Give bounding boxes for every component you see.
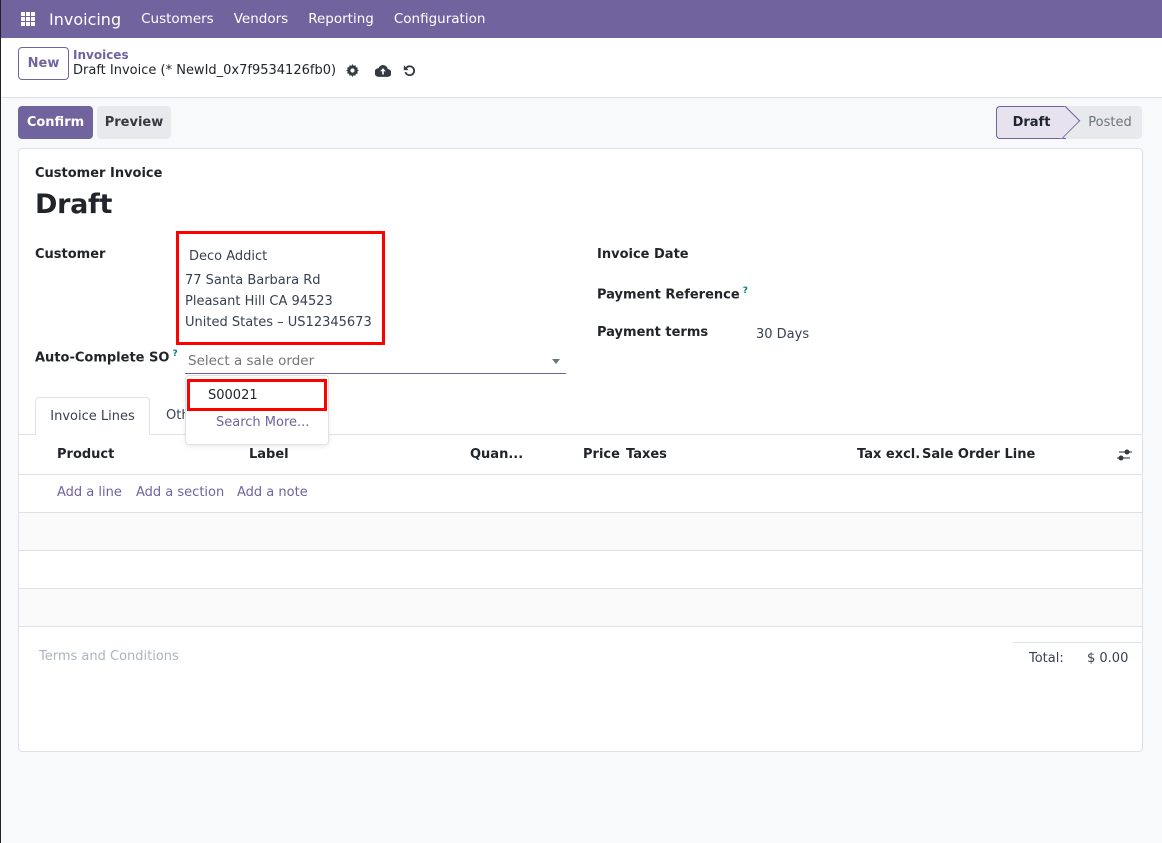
top-navbar: Invoicing Customers Vendors Reporting Co… [1,0,1162,38]
status-draft[interactable]: Draft [996,106,1066,139]
payment-reference-label: Payment Reference? [597,286,748,302]
col-taxes[interactable]: Taxes [626,447,667,462]
chevron-down-icon[interactable] [552,359,560,364]
payment-reference-text: Payment Reference [597,287,740,303]
add-row: Add a line Add a section Add a note [19,475,1142,513]
col-tax-excl[interactable]: Tax excl. [857,447,920,462]
menu-configuration[interactable]: Configuration [394,11,486,27]
menu-customers[interactable]: Customers [141,11,214,27]
confirm-button[interactable]: Confirm [18,106,93,139]
col-price[interactable]: Price [583,447,620,462]
breadcrumb-current: Draft Invoice (* NewId_0x7f9534126fb0) [73,63,416,78]
sale-order-dropdown: S00021 Search More... [185,375,329,445]
control-panel: New Invoices Draft Invoice (* NewId_0x7f… [1,38,1162,98]
preview-button[interactable]: Preview [97,106,171,139]
invoice-title: Draft [35,189,113,220]
auto-complete-so-text: Auto-Complete SO [35,350,170,366]
undo-icon[interactable] [403,64,416,77]
payment-terms-label: Payment terms [597,325,709,340]
dropdown-item-sale-order[interactable]: S00021 [187,379,327,411]
customer-label: Customer [35,247,106,262]
app-name[interactable]: Invoicing [49,10,121,29]
add-line-link[interactable]: Add a line [57,485,122,500]
customer-address-country: United States – US12345673 [185,315,372,330]
sale-order-input[interactable] [185,353,545,369]
help-icon[interactable]: ? [172,349,177,359]
apps-grid-icon[interactable] [21,12,35,26]
status-posted-label: Posted [1088,115,1132,130]
payment-terms-value[interactable]: 30 Days [756,327,809,342]
total-value: $ 0.00 [1087,651,1129,666]
col-quantity[interactable]: Quan... [470,447,523,462]
customer-address-city: Pleasant Hill CA 94523 [185,294,333,309]
new-button[interactable]: New [18,47,69,80]
table-row [19,513,1142,551]
sale-order-select[interactable] [185,349,566,374]
menu-vendors[interactable]: Vendors [234,11,288,27]
breadcrumb-invoices[interactable]: Invoices [73,48,129,62]
status-bar: Draft Posted [996,106,1142,139]
add-section-link[interactable]: Add a section [136,485,224,500]
menu-reporting[interactable]: Reporting [308,11,374,27]
gear-icon[interactable] [346,64,360,77]
invoice-date-label: Invoice Date [597,247,689,262]
status-draft-label: Draft [1012,115,1051,130]
help-icon[interactable]: ? [743,286,748,296]
customer-address-street: 77 Santa Barbara Rd [185,273,321,288]
cloud-upload-icon[interactable] [375,64,392,77]
optional-columns-icon[interactable] [1116,448,1132,466]
col-label[interactable]: Label [249,447,289,462]
record-name: Draft Invoice (* NewId_0x7f9534126fb0) [73,63,337,78]
auto-complete-so-label: Auto-Complete SO? [35,349,178,365]
total-label: Total: [1029,651,1064,666]
add-note-link[interactable]: Add a note [237,485,308,500]
tab-invoice-lines[interactable]: Invoice Lines [35,397,150,435]
col-product[interactable]: Product [57,447,114,462]
table-row [19,589,1142,627]
customer-name[interactable]: Deco Addict [189,249,267,264]
invoice-type: Customer Invoice [35,166,163,181]
table-row [19,551,1142,589]
total-divider [1013,642,1143,643]
form-sheet: Customer Invoice Draft Customer Deco Add… [18,148,1143,752]
terms-and-conditions-field[interactable]: Terms and Conditions [39,649,179,664]
col-sale-order-line[interactable]: Sale Order Line [922,447,1035,462]
search-more-link[interactable]: Search More... [216,415,309,430]
